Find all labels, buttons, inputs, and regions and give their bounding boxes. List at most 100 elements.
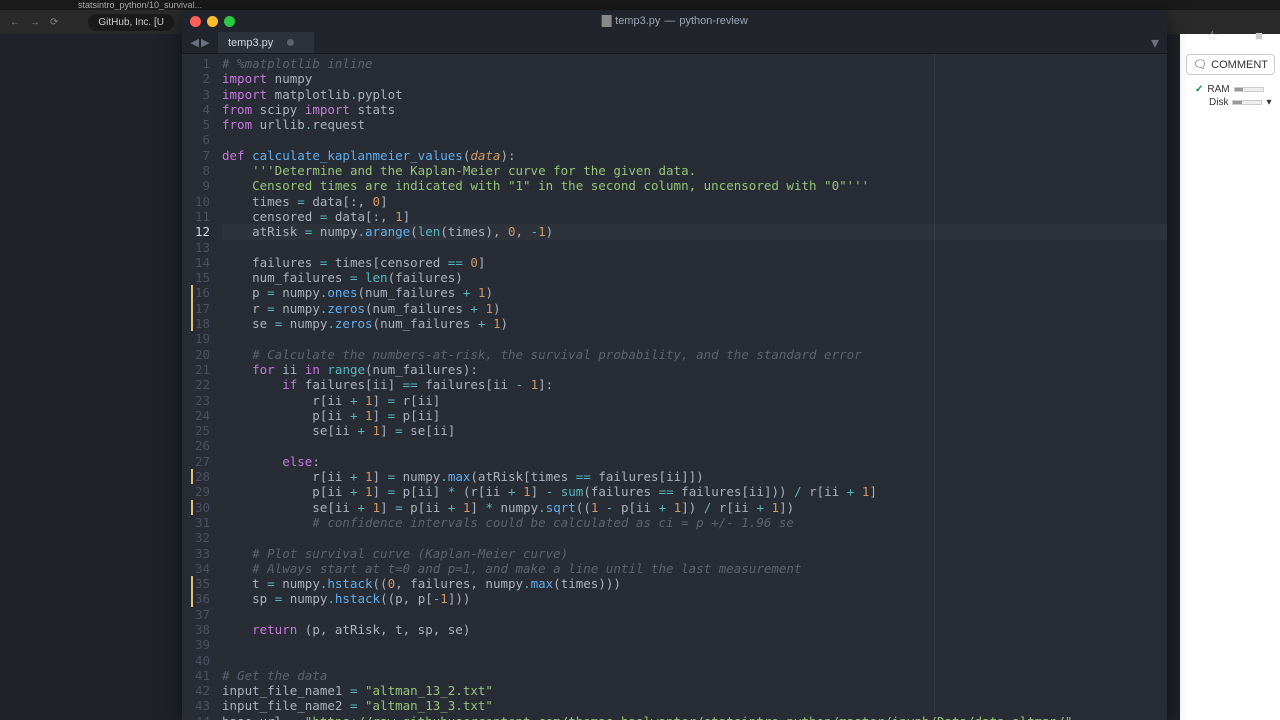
code-line[interactable] — [222, 438, 1167, 453]
comment-button[interactable]: 🗨 COMMENT — [1186, 54, 1275, 75]
line-number[interactable]: 32 — [182, 530, 210, 545]
line-number[interactable]: 4 — [182, 102, 210, 117]
line-number[interactable]: 37 — [182, 607, 210, 622]
code-line[interactable]: sp = numpy.hstack((p, p[-1])) — [222, 591, 1167, 606]
line-number[interactable]: 26 — [182, 438, 210, 453]
line-number[interactable]: 41 — [182, 668, 210, 683]
code-line[interactable]: input_file_name1 = "altman_13_2.txt" — [222, 683, 1167, 698]
code-line[interactable]: r[ii + 1] = r[ii] — [222, 393, 1167, 408]
code-line[interactable]: from urllib.request — [222, 117, 1167, 132]
code-line[interactable]: p[ii + 1] = p[ii] * (r[ii + 1] - sum(fai… — [222, 484, 1167, 499]
line-number[interactable]: 21 — [182, 362, 210, 377]
line-number[interactable]: 35 — [182, 576, 210, 591]
code-line[interactable]: '''Determine and the Kaplan-Meier curve … — [222, 163, 1167, 178]
code-line[interactable]: # Plot survival curve (Kaplan-Meier curv… — [222, 546, 1167, 561]
code-line[interactable]: # Get the data — [222, 668, 1167, 683]
line-number[interactable]: 24 — [182, 408, 210, 423]
code-line[interactable]: se[ii + 1] = p[ii + 1] * numpy.sqrt((1 -… — [222, 500, 1167, 515]
line-number[interactable]: 23 — [182, 393, 210, 408]
code-line[interactable]: se = numpy.zeros(num_failures + 1) — [222, 316, 1167, 331]
line-number[interactable]: 13 — [182, 240, 210, 255]
file-tab-active[interactable]: temp3.py — [218, 32, 314, 53]
line-number[interactable]: 29 — [182, 484, 210, 499]
maximize-icon[interactable] — [224, 16, 235, 27]
minimize-icon[interactable] — [207, 16, 218, 27]
reload-icon[interactable]: ⟳ — [50, 17, 58, 28]
code-line[interactable]: # confidence intervals could be calculat… — [222, 515, 1167, 530]
code-line[interactable]: # Calculate the numbers-at-risk, the sur… — [222, 347, 1167, 362]
line-number[interactable]: 30 — [182, 500, 210, 515]
code-line[interactable]: for ii in range(num_failures): — [222, 362, 1167, 377]
code-line[interactable]: # Always start at t=0 and p=1, and make … — [222, 561, 1167, 576]
code-line[interactable]: import numpy — [222, 71, 1167, 86]
line-number[interactable]: 42 — [182, 683, 210, 698]
line-number[interactable]: 8 — [182, 163, 210, 178]
line-number[interactable]: 18 — [182, 316, 210, 331]
line-number[interactable]: 22 — [182, 377, 210, 392]
code-line[interactable]: r[ii + 1] = numpy.max(atRisk[times == fa… — [222, 469, 1167, 484]
line-number[interactable]: 27 — [182, 454, 210, 469]
line-number[interactable]: 7 — [182, 148, 210, 163]
line-number[interactable]: 34 — [182, 561, 210, 576]
line-number[interactable]: 1 — [182, 56, 210, 71]
line-number[interactable]: 6 — [182, 132, 210, 147]
line-number[interactable]: 38 — [182, 622, 210, 637]
line-number[interactable]: 10 — [182, 194, 210, 209]
code-line[interactable]: if failures[ii] == failures[ii - 1]: — [222, 377, 1167, 392]
line-number[interactable]: 31 — [182, 515, 210, 530]
line-gutter[interactable]: 1234567891011121314151617181920212223242… — [182, 54, 218, 720]
browser-tab[interactable]: statsintro_python/10_survival... — [70, 0, 210, 10]
code-line[interactable]: atRisk = numpy.arange(len(times), 0, -1) — [222, 224, 1167, 239]
dropdown-icon[interactable]: ▾ — [1266, 97, 1271, 108]
line-number[interactable]: 19 — [182, 331, 210, 346]
code-line[interactable] — [222, 132, 1167, 147]
line-number[interactable]: 20 — [182, 347, 210, 362]
line-number[interactable]: 39 — [182, 637, 210, 652]
close-icon[interactable] — [190, 16, 201, 27]
code-line[interactable]: base_url = "https://raw.githubuserconten… — [222, 714, 1167, 720]
code-line[interactable]: se[ii + 1] = se[ii] — [222, 423, 1167, 438]
line-number[interactable]: 16 — [182, 285, 210, 300]
line-number[interactable]: 36 — [182, 591, 210, 606]
window-titlebar[interactable]: temp3.py — python-review — [182, 10, 1167, 32]
code-line[interactable]: from scipy import stats — [222, 102, 1167, 117]
code-line[interactable] — [222, 530, 1167, 545]
code-line[interactable]: Censored times are indicated with "1" in… — [222, 178, 1167, 193]
code-line[interactable] — [222, 331, 1167, 346]
code-line[interactable]: num_failures = len(failures) — [222, 270, 1167, 285]
tab-next-icon[interactable]: ▶ — [201, 36, 209, 49]
line-number[interactable]: 12 — [182, 224, 210, 239]
code-line[interactable]: def calculate_kaplanmeier_values(data): — [222, 148, 1167, 163]
back-icon[interactable]: ← — [10, 17, 20, 28]
code-line[interactable]: failures = times[censored == 0] — [222, 255, 1167, 270]
line-number[interactable]: 11 — [182, 209, 210, 224]
code-line[interactable]: p = numpy.ones(num_failures + 1) — [222, 285, 1167, 300]
code-line[interactable]: return (p, atRisk, t, sp, se) — [222, 622, 1167, 637]
code-line[interactable] — [222, 653, 1167, 668]
address-bar[interactable]: GitHub, Inc. [U — [88, 14, 174, 31]
code-line[interactable]: times = data[:, 0] — [222, 194, 1167, 209]
code-line[interactable]: p[ii + 1] = p[ii] — [222, 408, 1167, 423]
line-number[interactable]: 44 — [182, 714, 210, 720]
code-editor[interactable]: 1234567891011121314151617181920212223242… — [182, 54, 1167, 720]
extension-icon[interactable]: ■ — [1255, 28, 1263, 43]
line-number[interactable]: 40 — [182, 653, 210, 668]
line-number[interactable]: 3 — [182, 87, 210, 102]
line-number[interactable]: 43 — [182, 698, 210, 713]
code-content[interactable]: # %matplotlib inlineimport numpyimport m… — [218, 54, 1167, 720]
line-number[interactable]: 2 — [182, 71, 210, 86]
tab-prev-icon[interactable]: ◀ — [191, 36, 199, 49]
forward-icon[interactable]: → — [30, 17, 40, 28]
code-line[interactable]: r = numpy.zeros(num_failures + 1) — [222, 301, 1167, 316]
line-number[interactable]: 14 — [182, 255, 210, 270]
code-line[interactable]: else: — [222, 454, 1167, 469]
line-number[interactable]: 33 — [182, 546, 210, 561]
tab-overflow-button[interactable]: ▾ — [1143, 32, 1167, 53]
line-number[interactable]: 28 — [182, 469, 210, 484]
code-line[interactable] — [222, 607, 1167, 622]
line-number[interactable]: 9 — [182, 178, 210, 193]
code-line[interactable]: input_file_name2 = "altman_13_3.txt" — [222, 698, 1167, 713]
line-number[interactable]: 15 — [182, 270, 210, 285]
code-line[interactable]: t = numpy.hstack((0, failures, numpy.max… — [222, 576, 1167, 591]
code-line[interactable] — [222, 637, 1167, 652]
